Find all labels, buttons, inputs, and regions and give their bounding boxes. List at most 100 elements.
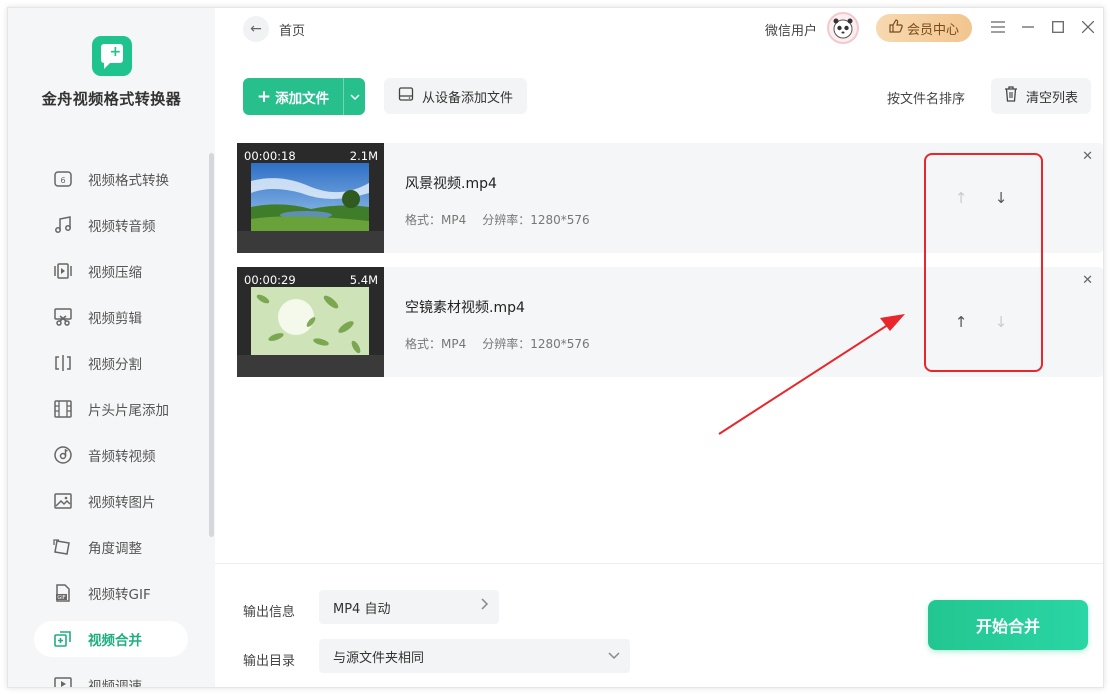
compress-icon [52, 260, 74, 282]
output-settings-panel: 输出信息 MP4 自动 输出目录 与源文件夹相同 开始合并 [215, 563, 1103, 687]
music-note-icon [52, 214, 74, 236]
breadcrumb[interactable]: 首页 [279, 20, 305, 39]
user-name[interactable]: 微信用户 [765, 20, 817, 39]
output-format-select[interactable]: MP4 自动 [319, 590, 499, 624]
minimize-button[interactable] [1018, 17, 1038, 37]
title-bar: ← 首页 微信用户 会员中心 [215, 8, 1103, 50]
merge-icon [52, 628, 74, 650]
close-button[interactable] [1078, 17, 1098, 37]
video-duration: 00:00:18 [244, 149, 296, 163]
sort-by-name-button[interactable]: 按文件名排序 [887, 88, 965, 107]
add-file-dropdown[interactable] [344, 90, 365, 103]
toolbar: + 添加文件 从设备添加文件 按文件名排序 清空列表 [215, 78, 1103, 116]
add-from-device-button[interactable]: 从设备添加文件 [384, 78, 527, 114]
sidebar-item-angle-adjust[interactable]: 角度调整 [34, 529, 188, 565]
output-info-label: 输出信息 [243, 605, 296, 620]
add-from-device-label: 从设备添加文件 [421, 90, 513, 106]
thumbs-up-icon [889, 19, 903, 37]
sidebar-item-label: 音频转视频 [88, 449, 156, 465]
clear-list-label: 清空列表 [1025, 90, 1078, 106]
sidebar-item-video-to-gif[interactable]: GIF 视频转GIF [34, 575, 188, 611]
sidebar-item-label: 视频分割 [88, 357, 142, 373]
sidebar-item-label: 视频格式转换 [88, 173, 169, 189]
sidebar-item-video-split[interactable]: 视频分割 [34, 345, 188, 381]
chevron-down-icon [608, 649, 620, 663]
video-size: 5.4M [349, 273, 378, 287]
scissors-icon [52, 306, 74, 328]
maximize-button[interactable] [1048, 17, 1068, 37]
close-icon: ✕ [1082, 149, 1093, 164]
sidebar-item-video-convert[interactable]: 6 视频格式转换 [34, 161, 188, 197]
sidebar-item-label: 视频转图片 [88, 495, 156, 511]
gif-file-icon: GIF [52, 582, 74, 604]
sidebar-item-label: 视频剪辑 [88, 311, 142, 327]
sidebar-item-label: 视频合并 [88, 633, 142, 649]
maximize-icon [1052, 21, 1064, 33]
chevron-down-icon [349, 90, 360, 103]
main-panel: ← 首页 微信用户 会员中心 + 添加文件 从设备添加文件 按文件名排序 清空列… [215, 8, 1103, 687]
svg-text:6: 6 [60, 176, 65, 185]
sidebar-item-label: 视频转GIF [88, 587, 151, 603]
file-resolution: 分辨率：1280*576 [482, 337, 590, 351]
leaves-thumbnail-image [251, 287, 369, 355]
sidebar-item-video-compress[interactable]: 视频压缩 [34, 253, 188, 289]
output-dir-value: 与源文件夹相同 [333, 650, 425, 666]
rotate-icon [52, 536, 74, 558]
svg-text:GIF: GIF [57, 595, 65, 601]
sidebar-item-video-edit[interactable]: 视频剪辑 [34, 299, 188, 335]
sidebar-item-video-speed[interactable]: 视频调速 [34, 667, 188, 688]
sidebar-item-label: 片头片尾添加 [88, 403, 169, 419]
film-strip-icon [52, 398, 74, 420]
add-file-button[interactable]: + 添加文件 [243, 78, 365, 115]
split-icon [52, 352, 74, 374]
plus-icon: + [256, 86, 272, 107]
minimize-icon [1022, 26, 1034, 28]
file-name: 空镜素材视频.mp4 [405, 300, 525, 316]
sidebar-item-label: 视频压缩 [88, 265, 142, 281]
landscape-thumbnail-image [251, 163, 369, 231]
clear-list-button[interactable]: 清空列表 [991, 78, 1091, 114]
app-branding: + 金舟视频格式转换器 [8, 36, 215, 109]
image-icon [52, 490, 74, 512]
close-icon: ✕ [1082, 273, 1093, 288]
sidebar: + 金舟视频格式转换器 6 视频格式转换 视频转音频 视频压缩 视频剪辑 视频分… [8, 8, 215, 687]
arrow-left-icon: ← [250, 21, 262, 37]
sidebar-item-label: 角度调整 [88, 541, 142, 557]
avatar[interactable] [827, 12, 859, 44]
sidebar-scrollbar[interactable] [209, 153, 214, 537]
vip-center-button[interactable]: 会员中心 [876, 14, 972, 42]
app-window: + 金舟视频格式转换器 6 视频格式转换 视频转音频 视频压缩 视频剪辑 视频分… [7, 7, 1104, 688]
sidebar-item-label: 视频调速 [88, 679, 142, 688]
video-duration: 00:00:29 [244, 273, 296, 287]
audio-disc-icon [52, 444, 74, 466]
close-icon [1082, 21, 1094, 33]
trash-icon [1004, 86, 1018, 106]
sidebar-item-intro-outro[interactable]: 片头片尾添加 [34, 391, 188, 427]
back-button[interactable]: ← [243, 16, 269, 42]
sidebar-item-video-to-audio[interactable]: 视频转音频 [34, 207, 188, 243]
add-file-label: 添加文件 [275, 90, 330, 107]
video-thumbnail: 00:00:29 5.4M [237, 267, 384, 377]
video-size: 2.1M [349, 149, 378, 163]
add-file-main[interactable]: + 添加文件 [243, 78, 343, 115]
sidebar-item-label: 视频转音频 [88, 219, 156, 235]
menu-button[interactable] [988, 17, 1008, 37]
file-resolution: 分辨率：1280*576 [482, 213, 590, 227]
file-meta: 格式：MP4 分辨率：1280*576 [405, 211, 590, 228]
device-drive-icon [398, 86, 414, 106]
start-merge-button[interactable]: 开始合并 [928, 600, 1088, 650]
output-dir-select[interactable]: 与源文件夹相同 [319, 639, 630, 673]
sidebar-item-video-to-image[interactable]: 视频转图片 [34, 483, 188, 519]
remove-file-button[interactable]: ✕ [1082, 273, 1093, 288]
video-thumbnail: 00:00:18 2.1M [237, 143, 384, 253]
sidebar-item-video-merge[interactable]: 视频合并 [34, 621, 188, 657]
annotation-highlight-box [924, 153, 1043, 372]
sidebar-item-audio-to-video[interactable]: 音频转视频 [34, 437, 188, 473]
video-convert-icon: 6 [52, 168, 74, 190]
app-logo-icon: + [91, 36, 132, 76]
hamburger-menu-icon [991, 21, 1005, 33]
output-dir-label: 输出目录 [243, 654, 296, 669]
app-title: 金舟视频格式转换器 [41, 90, 182, 108]
speed-icon [52, 674, 74, 687]
remove-file-button[interactable]: ✕ [1082, 149, 1093, 164]
